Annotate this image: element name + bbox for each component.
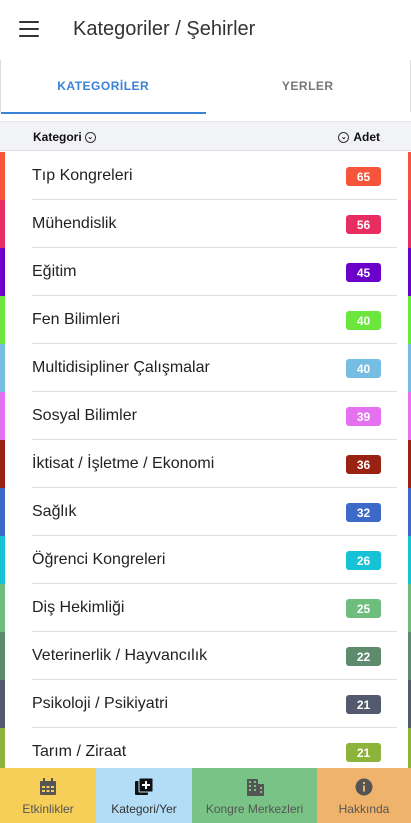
list-item[interactable]: Sosyal Bilimler 39	[0, 392, 411, 440]
count-badge: 25	[346, 599, 381, 618]
page-title: Kategoriler / Şehirler	[73, 18, 256, 40]
nav-add-library[interactable]: Kategori/Yer	[96, 768, 192, 823]
building-icon	[244, 776, 266, 798]
count-badge: 22	[346, 647, 381, 666]
category-label: Diş Hekimliği	[32, 599, 125, 616]
category-label: Mühendislik	[32, 215, 117, 232]
list-item[interactable]: Psikoloji / Psikiyatri 21	[0, 680, 411, 728]
nav-label: Etkinlikler	[22, 801, 74, 816]
category-color-bar	[0, 632, 5, 680]
tab-yerler[interactable]: YERLER	[206, 60, 411, 112]
count-badge: 26	[346, 551, 381, 570]
list-item[interactable]: Tarım / Ziraat 21	[0, 728, 411, 768]
list-header: Kategori ⌄ ⌄ Adet	[0, 121, 411, 151]
app-bar: Kategoriler / Şehirler	[0, 0, 411, 60]
list-item[interactable]: Sağlık 32	[0, 488, 411, 536]
list-item[interactable]: Multidisipliner Çalışmalar 40	[0, 344, 411, 392]
calendar-icon	[37, 776, 59, 798]
count-badge: 32	[346, 503, 381, 522]
category-label: Sosyal Bilimler	[32, 407, 137, 424]
count-badge: 40	[346, 311, 381, 330]
category-label: Sağlık	[32, 503, 77, 520]
nav-label: Kongre Merkezleri	[205, 801, 304, 816]
category-color-bar	[0, 200, 5, 248]
nav-calendar[interactable]: Etkinlikler	[0, 768, 96, 823]
category-color-bar	[0, 296, 5, 344]
nav-label: Hakkında	[338, 801, 390, 816]
info-icon	[353, 776, 375, 798]
category-header-label: Kategori	[33, 130, 82, 144]
list-item[interactable]: Eğitim 45	[0, 248, 411, 296]
list-item[interactable]: Tıp Kongreleri 65	[0, 152, 411, 200]
count-badge: 39	[346, 407, 381, 426]
category-color-bar	[0, 584, 5, 632]
sort-by-count[interactable]: ⌄ Adet	[338, 130, 380, 144]
count-badge: 45	[346, 263, 381, 282]
category-label: Tarım / Ziraat	[32, 743, 127, 760]
list-item[interactable]: Veterinerlik / Hayvancılık 22	[0, 632, 411, 680]
count-badge: 21	[346, 695, 381, 714]
category-color-bar	[0, 392, 5, 440]
count-badge: 40	[346, 359, 381, 378]
category-label: Multidisipliner Çalışmalar	[32, 359, 210, 376]
tab-kategoriler[interactable]: KATEGORİLER	[1, 60, 206, 114]
category-color-bar	[0, 680, 5, 728]
category-label: Veterinerlik / Hayvancılık	[32, 647, 208, 664]
category-list: Tıp Kongreleri 65 Mühendislik 56 Eğitim 45 Fen…	[0, 152, 411, 768]
category-color-bar	[0, 344, 5, 392]
nav-label: Kategori/Yer	[111, 801, 177, 816]
category-color-bar	[0, 488, 5, 536]
tab-bar: KATEGORİLER YERLER	[0, 60, 411, 114]
category-label: Psikoloji / Psikiyatri	[32, 695, 169, 712]
sort-by-category[interactable]: Kategori ⌄	[33, 130, 96, 144]
list-item[interactable]: Mühendislik 56	[0, 200, 411, 248]
list-item[interactable]: İktisat / İşletme / Ekonomi 36	[0, 440, 411, 488]
count-badge: 56	[346, 215, 381, 234]
category-label: İktisat / İşletme / Ekonomi	[32, 455, 215, 472]
count-badge: 21	[346, 743, 381, 762]
menu-icon[interactable]	[19, 21, 39, 37]
list-item[interactable]: Fen Bilimleri 40	[0, 296, 411, 344]
category-label: Fen Bilimleri	[32, 311, 121, 328]
category-label: Eğitim	[32, 263, 77, 280]
count-badge: 65	[346, 167, 381, 186]
count-header-label: Adet	[353, 130, 380, 144]
nav-info[interactable]: Hakkında	[317, 768, 411, 823]
add-library-icon	[133, 776, 155, 798]
chevron-down-icon: ⌄	[84, 131, 96, 143]
list-item[interactable]: Diş Hekimliği 25	[0, 584, 411, 632]
count-badge: 36	[346, 455, 381, 474]
category-color-bar	[0, 728, 5, 768]
category-color-bar	[0, 248, 5, 296]
nav-building[interactable]: Kongre Merkezleri	[192, 768, 317, 823]
category-color-bar	[0, 440, 5, 488]
category-color-bar	[0, 152, 5, 200]
category-label: Tıp Kongreleri	[32, 167, 133, 184]
category-color-bar	[0, 536, 5, 584]
bottom-navigation: Etkinlikler Kategori/Yer Kongre Merkezleri…	[0, 768, 411, 823]
chevron-down-icon: ⌄	[338, 131, 350, 143]
category-label: Öğrenci Kongreleri	[32, 551, 166, 568]
list-item[interactable]: Öğrenci Kongreleri 26	[0, 536, 411, 584]
